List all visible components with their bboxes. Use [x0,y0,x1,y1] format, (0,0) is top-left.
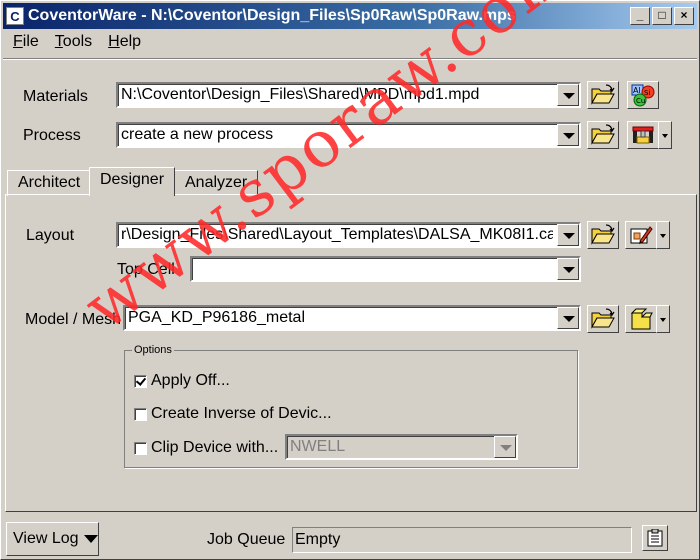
clip-layer-dropdown-arrow[interactable] [494,436,516,458]
coventor-app-icon[interactable]: C [6,7,24,25]
layout-combo[interactable]: r\Design_Files\Shared\Layout_Templates\D… [116,222,581,248]
view-log-label: View Log [13,530,79,547]
model-mesh-label: Model / Mesh [25,311,122,328]
menu-help[interactable]: Help [100,31,149,55]
caret-down-icon [83,535,98,543]
minimize-button[interactable]: _ [630,7,650,25]
menu-help-mnemonic: H [108,33,120,50]
tab-analyzer[interactable]: Analyzer [174,170,259,196]
top-cell-label: Top Cell [117,261,175,278]
tab-designer[interactable]: Designer [89,167,176,196]
layout-label: Layout [26,227,75,244]
process-open-button[interactable] [587,121,619,149]
folder-open-icon [591,124,615,145]
process-editor-menu-button[interactable] [658,121,672,149]
view-log-button[interactable]: View Log [6,522,99,556]
create-inverse-label: Create Inverse of Devic... [151,405,332,422]
window-title: CoventorWare - N:\Coventor\Design_Files\… [28,7,516,24]
clip-layer-select[interactable]: NWELL [285,434,518,460]
layout-dropdown-arrow[interactable] [557,224,579,246]
folder-open-icon [591,308,615,329]
options-group-label: Options [132,344,174,356]
menu-bar: File Tools Help [5,31,149,55]
folder-open-icon [591,84,615,105]
model-mesh-dropdown-arrow[interactable] [557,307,579,329]
create-inverse-checkbox[interactable] [134,407,147,421]
app-window: C CoventorWare - N:\Coventor\Design_File… [0,0,700,560]
title-bar[interactable]: C CoventorWare - N:\Coventor\Design_File… [3,3,697,29]
apply-off-checkbox[interactable] [134,374,147,388]
process-combo[interactable]: create a new process [116,122,581,148]
process-dropdown-arrow[interactable] [557,124,579,146]
materials-value: N:\Coventor\Design_Files\Shared\MPD\mpd1… [121,86,480,103]
layout-open-button[interactable] [587,221,619,249]
menu-tools-label: ools [62,33,93,50]
process-label: Process [23,127,81,144]
close-button[interactable]: × [674,7,694,25]
job-queue-label: Job Queue [207,531,286,548]
menu-file-label: ile [22,33,39,50]
create-inverse-option[interactable]: Create Inverse of Devic... [134,405,332,423]
menu-separator [3,58,697,60]
layout-editor-button[interactable] [625,221,657,249]
material-elements-icon: Al Si Cu [631,84,655,107]
clip-device-option[interactable]: Clip Device with... [134,439,278,457]
process-value: create a new process [121,126,274,143]
menu-file-mnemonic: F [13,33,23,50]
model-mesh-value: PGA_KD_P96186_metal [128,309,305,326]
menu-help-label: elp [119,33,142,50]
clipboard-icon [647,529,663,547]
process-editor-icon [632,126,654,144]
model-mesh-open-button[interactable] [587,305,619,333]
process-editor-button[interactable] [627,121,659,149]
apply-off-label: Apply Off... [151,372,230,389]
top-cell-dropdown-arrow[interactable] [557,258,579,280]
materials-dropdown-arrow[interactable] [557,84,579,106]
menu-file[interactable]: File [5,31,47,55]
layout-editor-menu-button[interactable] [656,221,670,249]
maximize-button[interactable]: □ [652,7,672,25]
apply-off-option[interactable]: Apply Off... [134,372,230,390]
model-mesh-combo[interactable]: PGA_KD_P96186_metal [123,305,581,331]
top-cell-combo[interactable] [190,256,581,282]
materials-open-button[interactable] [587,81,619,109]
materials-combo[interactable]: N:\Coventor\Design_Files\Shared\MPD\mpd1… [116,82,581,108]
folder-open-icon [591,224,615,245]
tab-architect[interactable]: Architect [7,170,92,196]
job-queue-field: Empty [292,527,632,553]
model-block-icon [630,308,653,330]
si-badge-text: Si [644,89,650,97]
model-mesh-editor-button[interactable] [625,305,657,333]
job-queue-details-button[interactable] [642,525,668,551]
menu-tools[interactable]: Tools [47,31,100,55]
materials-label: Materials [23,88,88,105]
layout-value: r\Design_Files\Shared\Layout_Templates\D… [121,226,553,243]
layout-editor-icon [630,226,653,244]
materials-editor-button[interactable]: Al Si Cu [627,81,659,109]
menu-tools-mnemonic: T [54,33,63,50]
clip-device-label: Clip Device with... [151,439,279,456]
clip-layer-value: NWELL [290,438,346,455]
cu-badge-text: Cu [636,97,645,105]
clip-device-checkbox[interactable] [134,441,147,455]
model-mesh-editor-menu-button[interactable] [656,305,670,333]
